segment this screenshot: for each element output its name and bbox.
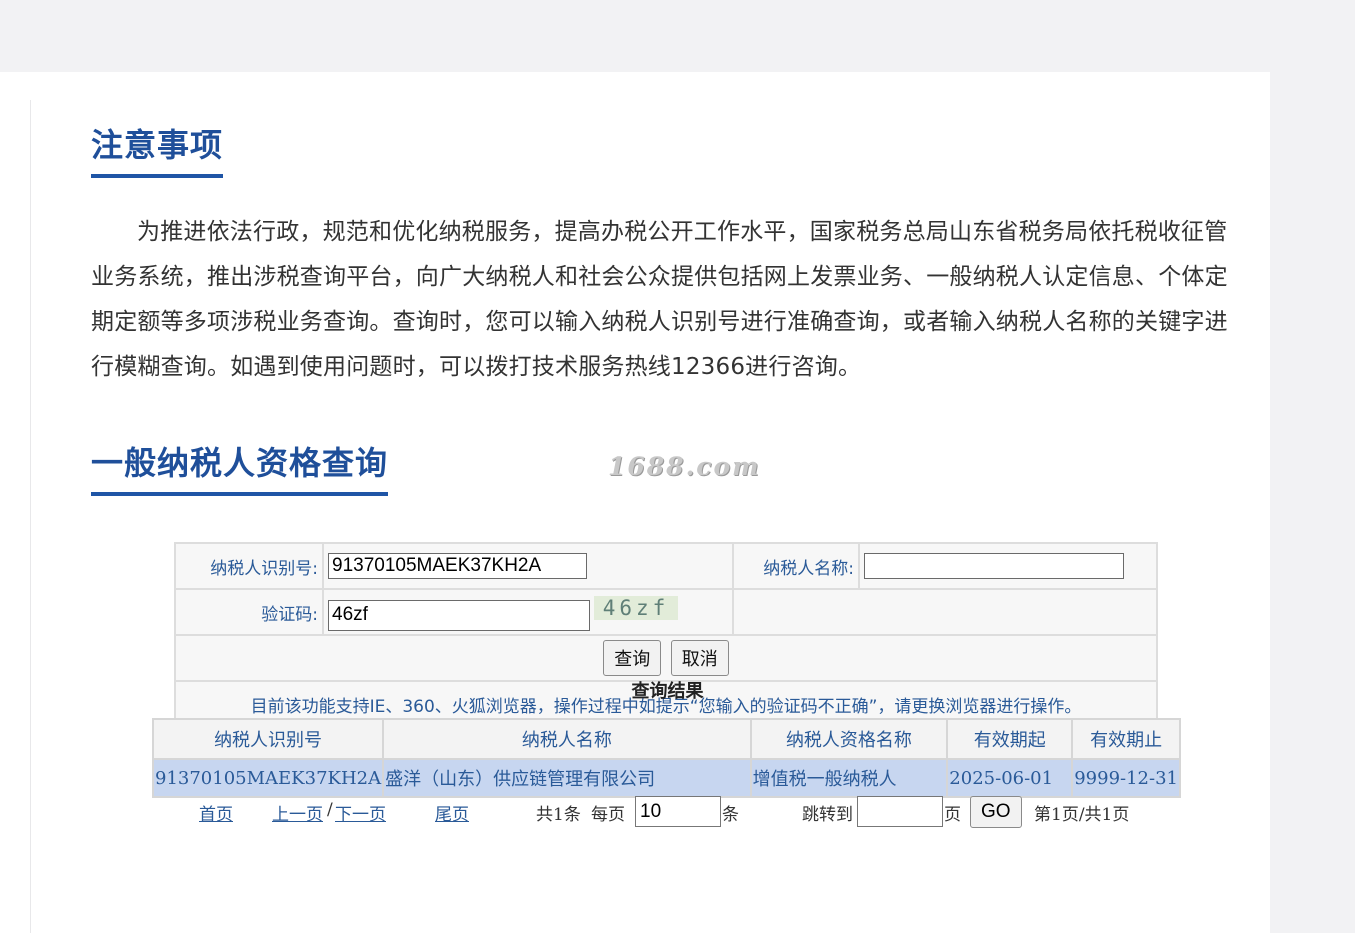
results-title: 查询结果	[631, 681, 704, 702]
results-table: 纳税人识别号 纳税人名称 纳税人资格名称 有效期起 有效期止 91370105M…	[151, 718, 1181, 798]
taxpayer-id-cell	[322, 542, 734, 590]
jump-page-input[interactable]	[857, 796, 943, 827]
per-page-label: 每页	[591, 805, 625, 825]
prev-page-link[interactable]: 上一页	[272, 800, 323, 825]
buttons-cell: 查询 取消	[174, 634, 1158, 682]
first-page-link[interactable]: 首页	[199, 800, 233, 825]
last-page-link[interactable]: 尾页	[435, 800, 469, 825]
column-header: 纳税人识别号	[151, 718, 385, 760]
cell-valid-to: 9999-12-31	[1071, 758, 1181, 798]
cell-taxpayer-name: 盛洋（山东）供应链管理有限公司	[382, 758, 752, 798]
query-button[interactable]: 查询	[603, 640, 662, 676]
results-header-row: 纳税人识别号 纳税人名称 纳税人资格名称 有效期起 有效期止	[151, 718, 1181, 760]
page-status: 第1页/共1页	[1034, 805, 1130, 825]
taxpayer-name-label: 纳税人名称:	[732, 542, 860, 590]
captcha-label: 验证码:	[174, 588, 324, 636]
go-button[interactable]: GO	[970, 796, 1022, 828]
cell-valid-from: 2025-06-01	[946, 758, 1074, 798]
jump-unit: 页	[944, 805, 961, 825]
column-header: 纳税人名称	[382, 718, 752, 760]
cancel-button[interactable]: 取消	[670, 640, 729, 676]
column-header: 有效期止	[1071, 718, 1181, 760]
empty-cell	[732, 588, 1158, 636]
next-page-link[interactable]: 下一页	[335, 800, 386, 825]
taxpayer-id-label: 纳税人识别号:	[174, 542, 324, 590]
form-row-ids: 纳税人识别号: 纳税人名称:	[174, 542, 1158, 590]
form-row-buttons: 查询 取消	[174, 634, 1158, 682]
taxpayer-name-cell	[858, 542, 1158, 590]
jump-label: 跳转到	[802, 805, 853, 825]
watermark-text: 1688.com	[608, 452, 761, 481]
card-left-edge	[30, 100, 31, 933]
query-title: 一般纳税人资格查询	[91, 438, 389, 496]
captcha-cell: 46zf	[322, 588, 734, 636]
total-count: 共1条	[536, 805, 581, 825]
per-page-unit: 条	[722, 805, 739, 825]
column-header: 纳税人资格名称	[749, 718, 949, 760]
column-header: 有效期起	[946, 718, 1074, 760]
taxpayer-id-input[interactable]	[328, 553, 587, 579]
notice-paragraph: 为推进依法行政，规范和优化纳税服务，提高办税公开工作水平，国家税务总局山东省税务…	[91, 219, 1228, 380]
cell-qualification: 增值税一般纳税人	[749, 758, 949, 798]
notice-title: 注意事项	[91, 120, 224, 178]
taxpayer-name-input[interactable]	[864, 553, 1124, 579]
form-row-captcha: 验证码: 46zf	[174, 588, 1158, 636]
captcha-input[interactable]	[328, 599, 590, 631]
cell-taxpayer-id: 91370105MAEK37KH2A	[151, 758, 385, 798]
per-page-input[interactable]	[635, 796, 721, 827]
table-row[interactable]: 91370105MAEK37KH2A 盛洋（山东）供应链管理有限公司 增值税一般…	[151, 758, 1181, 798]
pager-separator: /	[327, 800, 333, 820]
captcha-image[interactable]: 46zf	[594, 595, 678, 620]
pagination: 首页 上一页 / 下一页 尾页 共1条 每页 条 跳转到 页 GO 第1页/共1…	[152, 796, 1181, 828]
